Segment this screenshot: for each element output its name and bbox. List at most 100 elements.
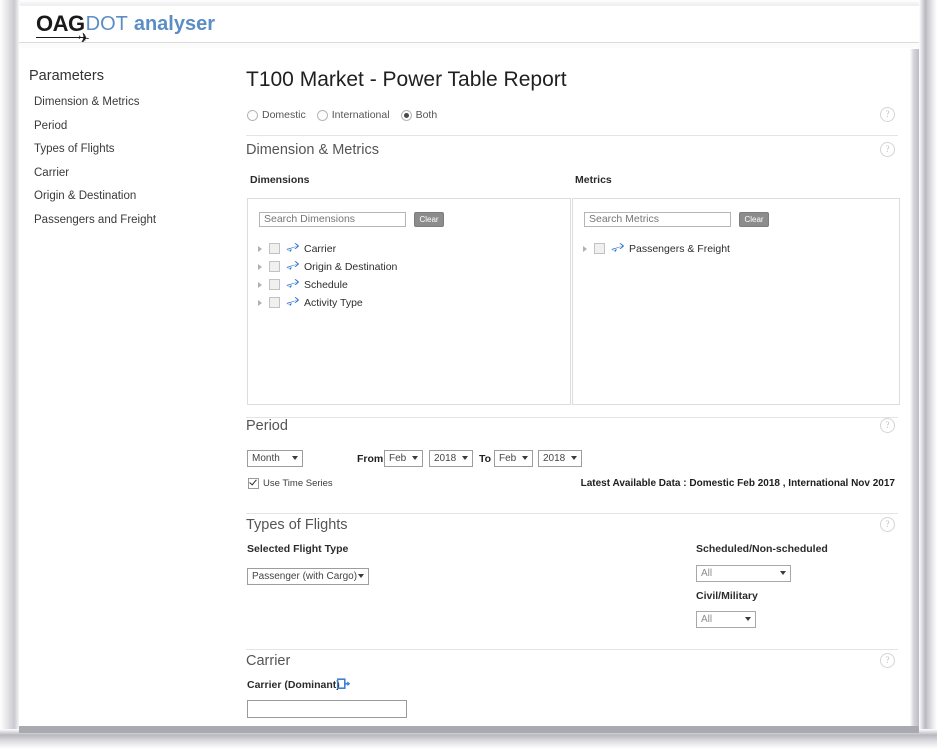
chevron-right-icon[interactable] [258, 246, 262, 252]
app-logo[interactable]: OAG ✈ DOT analyser [36, 13, 215, 35]
search-dimensions-input[interactable] [259, 212, 406, 227]
header-divider-shade [19, 43, 919, 48]
scheduled-nonscheduled-label: Scheduled/Non-scheduled [696, 543, 828, 555]
checkbox-carrier[interactable] [269, 243, 280, 254]
help-icon-carrier[interactable]: ? [880, 653, 895, 668]
radio-domestic-dot [247, 110, 258, 121]
period-granularity-select[interactable]: Month [247, 450, 303, 467]
clear-metrics-button[interactable]: Clear [739, 212, 769, 227]
chevron-down-icon [571, 456, 577, 460]
page-title: T100 Market - Power Table Report [246, 68, 567, 92]
window-shadow-left [0, 0, 20, 749]
search-metrics-input[interactable] [584, 212, 731, 227]
sidebar-item-dimension-metrics[interactable]: Dimension & Metrics [34, 96, 156, 108]
checkbox-schedule[interactable] [269, 279, 280, 290]
vertical-scrollbar[interactable] [910, 49, 919, 733]
checkbox-passengers-freight[interactable] [594, 243, 605, 254]
period-to-year-select[interactable]: 2018 [538, 450, 582, 467]
checkbox-use-time-series[interactable] [248, 478, 259, 489]
section-title-period: Period [246, 418, 288, 434]
selected-flight-type-label: Selected Flight Type [247, 543, 348, 555]
divider-types-of-flights [246, 513, 898, 514]
divider-dimension-metrics [246, 135, 898, 136]
chevron-right-icon[interactable] [258, 282, 262, 288]
period-to-year-value: 2018 [543, 453, 565, 464]
radio-international[interactable]: International [317, 109, 390, 121]
airplane-icon [286, 243, 299, 254]
help-icon-types-of-flights[interactable]: ? [880, 517, 895, 532]
section-title-types-of-flights: Types of Flights [246, 517, 348, 533]
tree-item-passengers-freight[interactable]: Passengers & Freight [583, 241, 730, 256]
chevron-right-icon[interactable] [583, 246, 587, 252]
period-to-month-select[interactable]: Feb [494, 450, 533, 467]
sidebar-item-carrier[interactable]: Carrier [34, 167, 156, 179]
dimensions-heading: Dimensions [250, 174, 310, 186]
checkbox-origin-destination[interactable] [269, 261, 280, 272]
selected-flight-type-value: Passenger (with Cargo) [252, 571, 357, 582]
scheduled-nonscheduled-value: All [701, 568, 712, 579]
section-title-carrier: Carrier [246, 653, 290, 669]
chevron-down-icon [780, 571, 786, 575]
sidebar-item-passengers-freight[interactable]: Passengers and Freight [34, 214, 156, 226]
civil-military-value: All [701, 614, 712, 625]
airplane-icon [286, 297, 299, 308]
radio-both-label: Both [416, 109, 438, 121]
period-from-label: From [357, 453, 383, 465]
help-icon-dimension-metrics[interactable]: ? [880, 142, 895, 157]
sidebar-item-origin-destination[interactable]: Origin & Destination [34, 190, 156, 202]
tree-item-carrier[interactable]: Carrier [258, 241, 336, 256]
period-from-year-select[interactable]: 2018 [429, 450, 473, 467]
carrier-dominant-input[interactable] [247, 700, 407, 718]
scheduled-nonscheduled-select[interactable]: All [696, 565, 791, 582]
radio-domestic[interactable]: Domestic [247, 109, 306, 121]
airplane-icon [611, 243, 624, 254]
period-granularity-value: Month [252, 453, 280, 464]
chevron-right-icon[interactable] [258, 300, 262, 306]
metrics-heading: Metrics [575, 174, 612, 186]
logo-oag-text: OAG [36, 13, 85, 35]
radio-domestic-label: Domestic [262, 109, 306, 121]
sidebar-item-period[interactable]: Period [34, 120, 156, 132]
latest-available-data: Latest Available Data : Domestic Feb 201… [581, 478, 895, 489]
tree-item-activity-type[interactable]: Activity Type [258, 295, 363, 310]
help-icon-scope[interactable]: ? [880, 107, 895, 122]
chevron-down-icon [462, 456, 468, 460]
tree-item-schedule-label: Schedule [304, 279, 348, 291]
tree-item-activity-type-label: Activity Type [304, 297, 363, 309]
radio-both-dot [401, 110, 412, 121]
radio-international-label: International [332, 109, 390, 121]
logo-analyser-text: analyser [134, 13, 215, 35]
tree-item-origin-destination[interactable]: Origin & Destination [258, 259, 397, 274]
chevron-down-icon [292, 456, 298, 460]
metrics-tree-panel: Clear Passengers & Freight [572, 198, 900, 405]
period-from-month-select[interactable]: Feb [384, 450, 423, 467]
use-time-series-label: Use Time Series [263, 478, 333, 489]
divider-period [246, 417, 898, 418]
parameters-sidebar: Parameters Dimension & Metrics Period Ty… [19, 49, 209, 733]
use-time-series-toggle[interactable]: Use Time Series [248, 478, 333, 489]
app-header: OAG ✈ DOT analyser [19, 6, 919, 43]
tree-item-carrier-label: Carrier [304, 243, 336, 255]
sidebar-title: Parameters [29, 68, 104, 84]
help-icon-period[interactable]: ? [880, 418, 895, 433]
tree-item-schedule[interactable]: Schedule [258, 277, 348, 292]
checkbox-activity-type[interactable] [269, 297, 280, 308]
sidebar-item-types-of-flights[interactable]: Types of Flights [34, 143, 156, 155]
clear-dimensions-button[interactable]: Clear [414, 212, 444, 227]
chevron-down-icon [745, 617, 751, 621]
radio-both[interactable]: Both [401, 109, 438, 121]
export-icon[interactable] [337, 677, 351, 695]
window-bottom-bar [19, 726, 919, 733]
selected-flight-type-select[interactable]: Passenger (with Cargo) [247, 568, 369, 585]
civil-military-select[interactable]: All [696, 611, 756, 628]
chevron-right-icon[interactable] [258, 264, 262, 270]
section-title-dimension-metrics: Dimension & Metrics [246, 142, 379, 158]
radio-international-dot [317, 110, 328, 121]
tree-item-passengers-freight-label: Passengers & Freight [629, 243, 730, 255]
airplane-icon [286, 261, 299, 272]
logo-dot-text: DOT [86, 13, 128, 35]
tree-item-origin-destination-label: Origin & Destination [304, 261, 397, 273]
chevron-down-icon [412, 456, 418, 460]
chevron-down-icon [522, 456, 528, 460]
period-from-month-value: Feb [389, 453, 406, 464]
